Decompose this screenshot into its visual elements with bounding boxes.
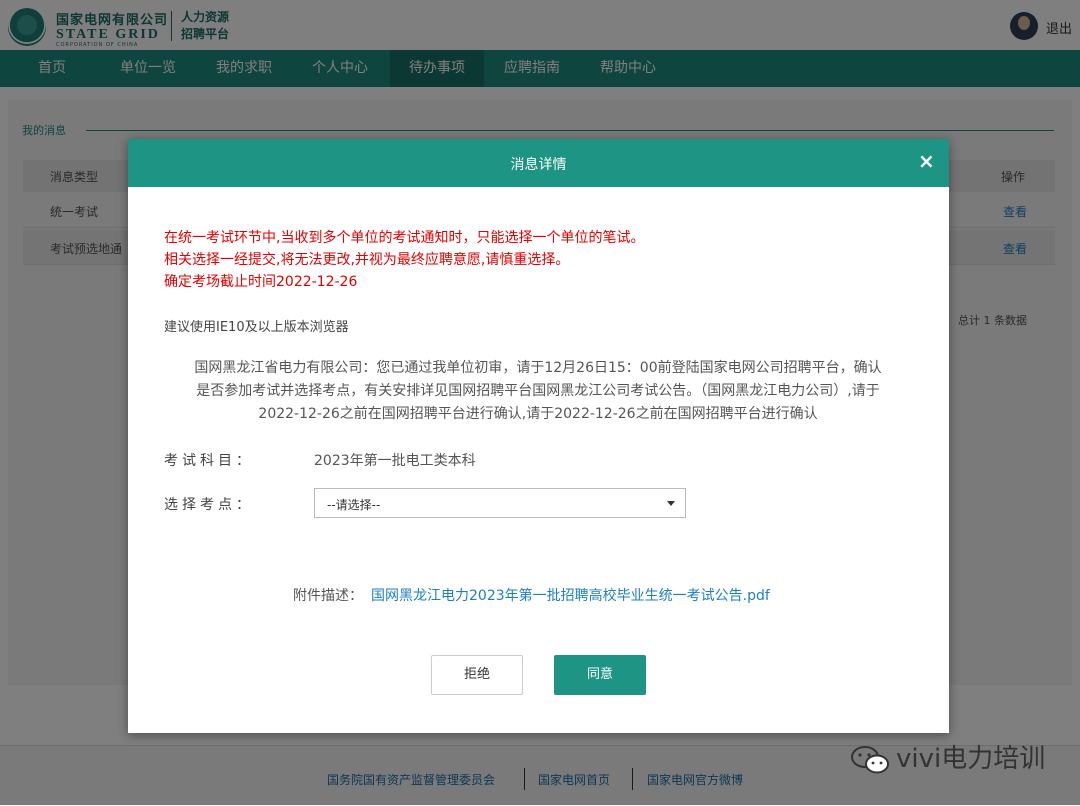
reject-button[interactable]: 拒绝	[431, 655, 523, 695]
modal-title: 消息详情	[510, 157, 567, 173]
site-label: 选择考点：	[164, 497, 254, 513]
chevron-down-icon	[667, 501, 675, 506]
exam-site-select[interactable]: --请选择--	[314, 488, 686, 518]
deadline-line: 确定考场截止时间2022-12-26	[164, 274, 358, 290]
attachment-label: 附件描述：	[293, 588, 363, 604]
subject-label: 考试科目：	[164, 453, 254, 469]
subject-value: 2023年第一批电工类本科	[314, 453, 476, 469]
warning-line: 相关选择一经提交,将无法更改,并视为最终应聘意愿,请慎重选择。	[164, 252, 570, 268]
notice-text: 国网黑龙江省电力有限公司：您已通过我单位初审，请于12月26日15：00前登陆国…	[194, 360, 882, 422]
attachment-link[interactable]: 国网黑龙江电力2023年第一批招聘高校毕业生统一考试公告.pdf	[371, 585, 770, 605]
message-detail-modal: 消息详情 × 在统一考试环节中,当收到多个单位的考试通知时，只能选择一个单位的笔…	[128, 139, 949, 733]
watermark: vivi电力培训	[850, 738, 1045, 775]
wechat-icon	[851, 745, 889, 773]
browser-tip: 建议使用IE10及以上版本浏览器	[164, 320, 349, 335]
close-icon[interactable]: ×	[918, 149, 935, 173]
warning-line: 在统一考试环节中,当收到多个单位的考试通知时，只能选择一个单位的笔试。	[164, 230, 645, 246]
exam-site-select-value: --请选择--	[327, 498, 381, 512]
agree-button[interactable]: 同意	[554, 655, 646, 695]
modal-header: 消息详情 ×	[128, 139, 949, 187]
watermark-text: vivi电力培训	[896, 744, 1046, 774]
